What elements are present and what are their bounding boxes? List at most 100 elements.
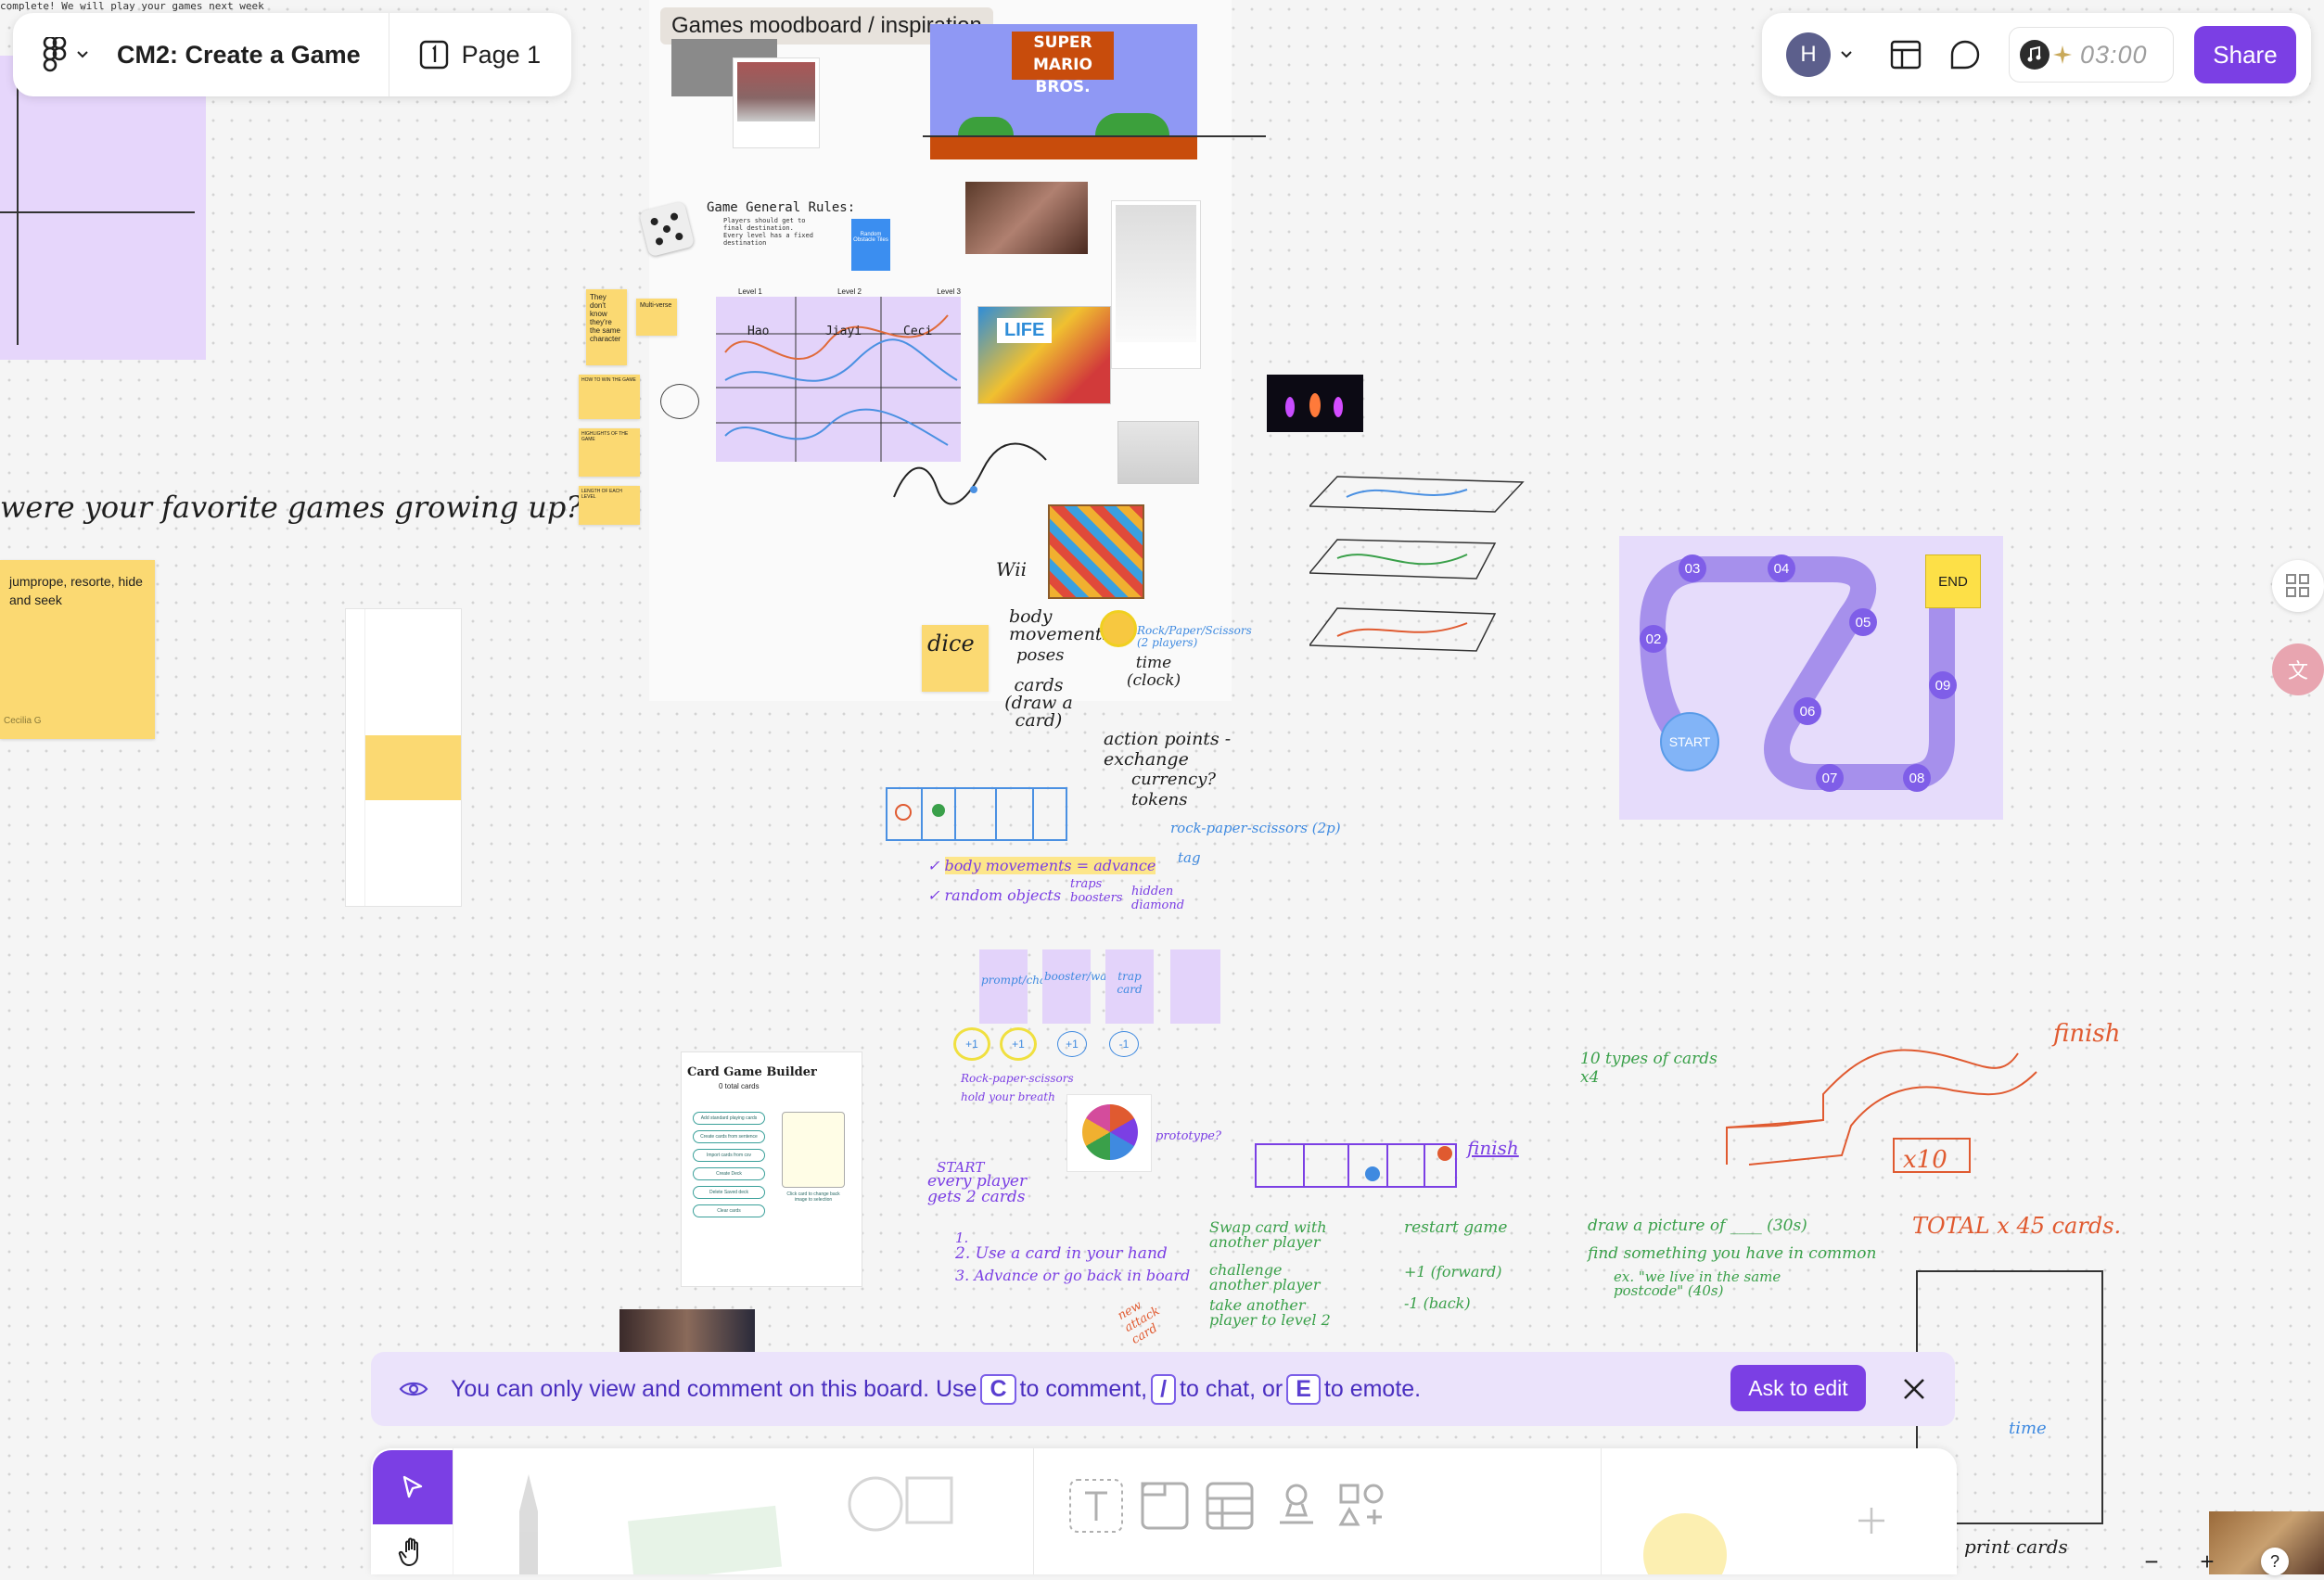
sticky-dice[interactable]: dice [922,625,989,692]
note-same-character[interactable]: They don't know they're the same charact… [586,289,627,365]
sticker-tool[interactable] [1630,1476,1751,1574]
more-tools-icon[interactable] [1335,1480,1387,1532]
note-ten-types: 10 types of cards x4 [1580,1050,1717,1087]
pages-icon [417,38,451,71]
note-every-player: every player gets 2 cards [927,1172,1028,1206]
stacked-layers-drawing [1309,476,1525,652]
level-label-1: Level 1 [738,287,762,296]
note-length[interactable]: LENGTH OF EACH LEVEL [579,486,640,525]
card-builder-btn-4[interactable]: Create Deck [693,1167,765,1180]
avatar: H [1786,32,1831,77]
card-type-trap[interactable]: trap card [1105,949,1154,1024]
blue-card[interactable]: Random Obstacle Tiles [851,219,890,271]
note-take-another: take another player to level 2 [1209,1296,1331,1329]
section-tool-icon[interactable] [1139,1480,1191,1532]
token-minus1: -1 [1109,1031,1139,1057]
start-node[interactable]: START [1660,712,1719,771]
text-tool-icon[interactable] [1068,1478,1124,1534]
card-builder-btn-2[interactable]: Create cards from sentence [693,1130,765,1143]
page-selector[interactable]: Page 1 [417,38,541,71]
game-of-life-image: LIFE [977,306,1111,404]
spinner-wheel[interactable] [1066,1094,1152,1172]
sticky-favorites-text: jumprope, resorte, hide and seek [9,574,143,607]
sticky-favorites[interactable]: jumprope, resorte, hide and seek Cecilia… [0,560,155,739]
view-only-banner: You can only view and comment on this bo… [371,1352,1955,1426]
figma-menu[interactable] [43,37,89,72]
close-icon[interactable] [1901,1376,1927,1402]
note-rps: Rock/Paper/Scissors (2 players) [1137,624,1252,650]
end-node[interactable]: END [1925,554,1981,608]
card-game-builder[interactable]: Card Game Builder 0 total cards Add stan… [681,1051,862,1287]
token-plus1-c: +1 [1057,1031,1087,1057]
note-challenge: challenge another player [1209,1261,1321,1293]
step-3: 3. Advance or go back in board [955,1267,1191,1284]
table-tool-icon[interactable] [1204,1480,1256,1532]
pen-tool[interactable] [510,1474,547,1574]
timer-widget[interactable]: 03:00 [2009,27,2174,83]
translate-icon[interactable]: 文 [2272,643,2324,695]
note-traps-boosters: traps boosters [1070,877,1123,905]
note-prototype: prototype? [1156,1129,1221,1143]
hand-tool[interactable] [373,1528,453,1574]
cards-row-drawing [886,787,1067,841]
cursor-icon [399,1473,427,1501]
level-grid-drawing [716,297,961,462]
player-jiayi: Jiayi [825,325,862,338]
candle-image [965,182,1088,254]
share-button[interactable]: Share [2194,26,2296,83]
level-label-2: Level 2 [837,287,862,296]
note-new-attack-card: new attack card [1115,1298,1163,1347]
note-hidden-diamond: hidden diamond [1131,885,1185,912]
lights-image [1267,375,1363,432]
card-type-blank[interactable] [1170,949,1220,1024]
sticky-dice-text: dice [927,631,975,656]
help-button[interactable]: ? [2261,1548,2289,1575]
card-builder-btn-1[interactable]: Add standard playing cards [693,1112,765,1125]
top-ticker: complete! We will play your games next w… [0,0,264,12]
eye-icon [399,1380,428,1398]
card-type-booster[interactable]: booster/walk [1042,949,1117,1024]
widgets-icon[interactable] [2272,560,2324,612]
note-forward: +1 (forward) [1404,1263,1502,1281]
ask-to-edit-button[interactable]: Ask to edit [1730,1365,1866,1411]
marker-tool[interactable] [627,1505,783,1574]
note-tag: tag [1178,849,1201,866]
card-builder-preview[interactable] [782,1112,845,1188]
note-body-movements: body movements [1009,606,1112,644]
video-thumbnail[interactable] [619,1309,755,1352]
note-highlights[interactable]: HIGHLIGHTS OF THE GAME [579,428,640,477]
level-grid[interactable]: Hao Jiayi Ceci [716,297,961,462]
track-node-09: 09 [1929,671,1957,699]
note-currency: currency? [1131,770,1217,789]
move-tool[interactable] [373,1450,453,1524]
note-how-to-win-text: HOW TO WIN THE GAME [581,377,636,383]
card-builder-btn-5[interactable]: Delete Saved deck [693,1186,765,1199]
note-length-text: LENGTH OF EACH LEVEL [581,489,622,500]
mini-track-drawing [1255,1143,1457,1188]
zoom-in-button[interactable]: + [2179,1548,2235,1576]
shape-tool[interactable] [844,1472,955,1565]
note-how-to-win[interactable]: HOW TO WIN THE GAME [579,375,640,419]
note-multiverse[interactable]: Multi-verse [636,299,677,336]
bottom-toolbar [371,1448,1957,1574]
stamp-tool-icon[interactable] [1271,1480,1322,1532]
track-node-06: 06 [1794,697,1821,725]
key-comment: C [980,1373,1016,1405]
card-builder-btn-3[interactable]: Import cards from csv [693,1149,765,1162]
sticky-author: Cecilia G [4,716,42,726]
favorite-games-prompt: were your favorite games growing up? [0,490,582,525]
zoom-out-button[interactable]: − [2124,1548,2179,1576]
right-toolbar: H 03:00 Share [1762,13,2311,96]
note-back: -1 (back) [1404,1294,1471,1312]
game-board[interactable]: START END 02 03 04 05 06 07 08 09 [1619,536,2003,820]
card-builder-btn-6[interactable]: Clear cards [693,1204,765,1217]
track-node-04: 04 [1768,554,1795,582]
layout-icon[interactable] [1890,40,1922,70]
user-menu[interactable]: H [1786,32,1853,77]
comment-icon[interactable] [1949,39,1981,70]
card-type-prompt[interactable]: prompt/challenge [979,949,1080,1024]
add-icon[interactable] [1855,1504,1888,1537]
cat-doodle [660,384,699,419]
file-title[interactable]: CM2: Create a Game [117,41,361,70]
note-restart: restart game [1404,1218,1508,1237]
